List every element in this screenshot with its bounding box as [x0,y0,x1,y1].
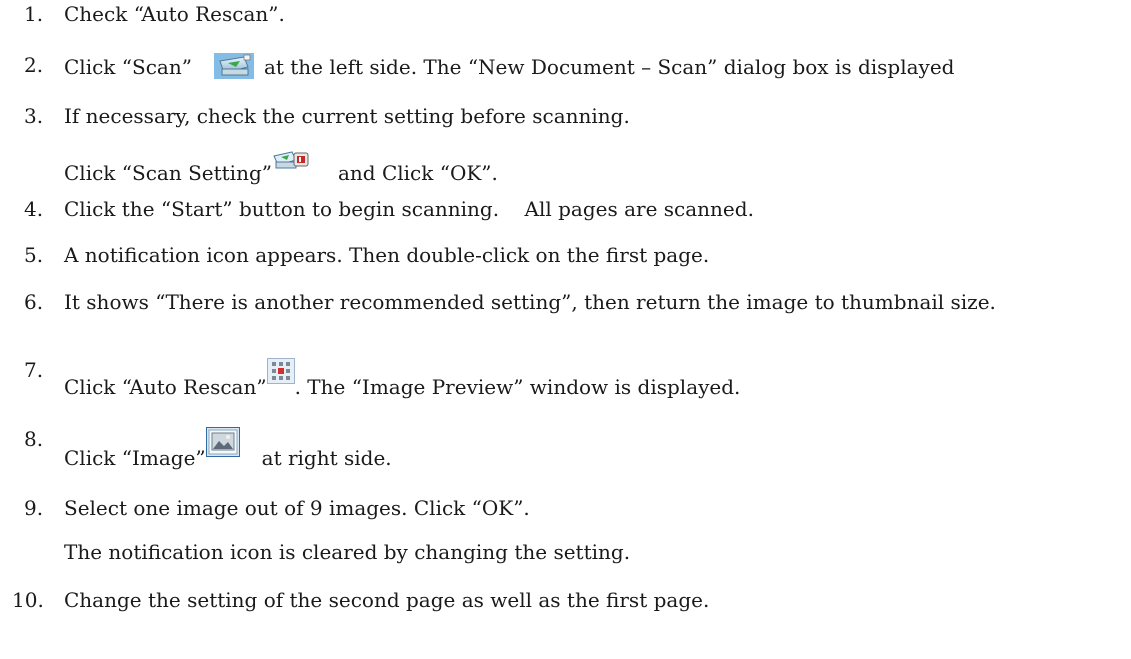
step-number: 6. [24,290,44,314]
instruction-document: 1. Check “Auto Rescan”. 2. Click “Scan” [0,0,1131,659]
step-text: Select one image out of 9 images. Click … [64,496,530,520]
step-text-after-icon: at the left side. The “New Document – Sc… [263,55,955,79]
step-text: Click “Scan” at the left side. The “New … [64,53,954,84]
step-text: A notification icon appears. Then double… [64,243,710,267]
step-text-before-icon: Click “Scan” [64,55,192,79]
image-icon [205,427,240,462]
step-number: 1. [24,2,44,26]
step-number: 2. [24,53,44,77]
step-text: Check “Auto Rescan”. [64,2,285,26]
scanner-icon [213,53,254,84]
step-number: 10. [12,588,44,612]
step-text-before-icon: Click “Auto Rescan” [64,375,267,399]
step-text: It shows “There is another recommended s… [64,290,996,314]
step-number: 3. [24,104,44,128]
step-text: If necessary, check the current setting … [64,104,630,128]
step-text: Click “Image” at right side. [64,427,392,470]
step-text-before-icon: Click “Scan Setting” [64,161,272,185]
step-number: 9. [24,496,44,520]
step-9-continuation: The notification icon is cleared by chan… [64,540,630,564]
step-3-continuation: Click “Scan Setting” and Click “OK”. [64,148,498,185]
step-number: 7. [24,358,44,382]
step-text-line2: The notification icon is cleared by chan… [64,540,631,564]
scan-setting-icon [272,148,310,177]
step-text: Click the “Start” button to begin scanni… [64,197,754,221]
step-number: 5. [24,243,44,267]
step-text: Change the setting of the second page as… [64,588,710,612]
step-text-after-icon: and Click “OK”. [337,161,498,185]
auto-rescan-grid-icon [266,358,295,389]
step-text-after-icon: at right side. [261,446,392,470]
step-number: 4. [24,197,44,221]
step-number: 8. [24,427,44,451]
step-text-before-icon: Click “Image” [64,446,206,470]
step-text-after-icon: . The “Image Preview” window is displaye… [294,375,741,399]
step-text: Click “Auto Rescan” . The “Image Preview… [64,358,740,399]
